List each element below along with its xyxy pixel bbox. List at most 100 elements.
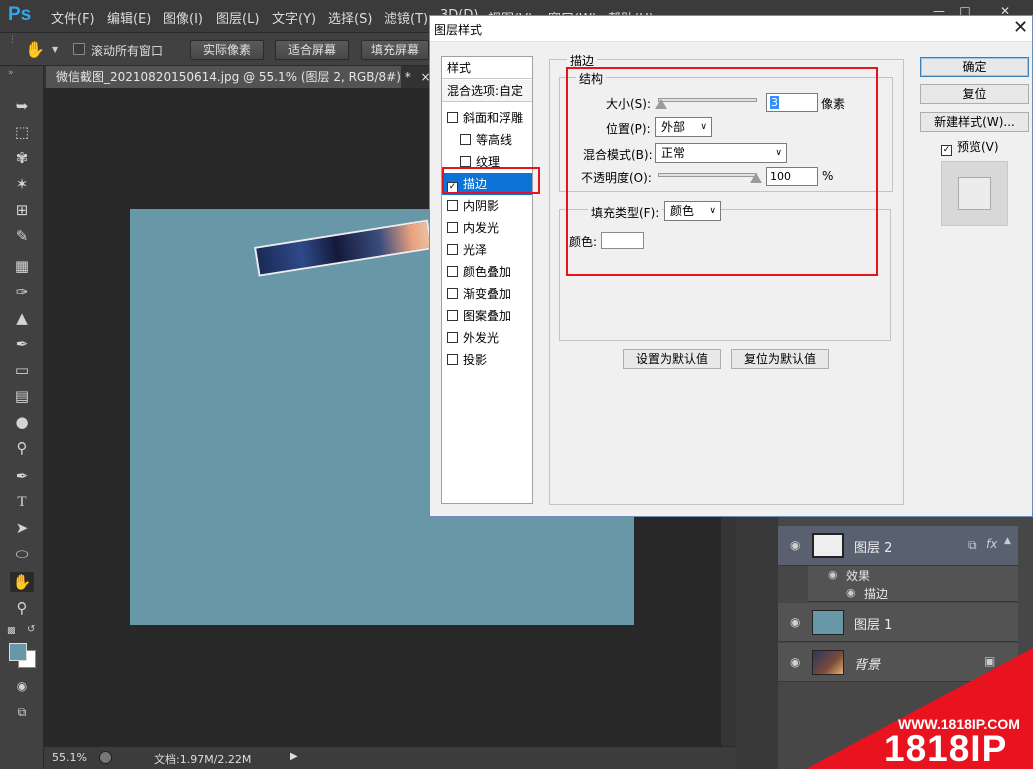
- fit-screen-button[interactable]: 适合屏幕: [275, 40, 349, 60]
- checkbox-icon[interactable]: [447, 222, 458, 233]
- style-item-label: 颜色叠加: [463, 265, 512, 279]
- eraser-tool-icon[interactable]: ▭: [10, 360, 34, 380]
- document-size: 文档:1.97M/2.22M: [154, 753, 252, 766]
- style-item[interactable]: 内发光: [442, 217, 532, 239]
- style-item[interactable]: 图案叠加: [442, 305, 532, 327]
- fx-icon[interactable]: fx: [986, 537, 997, 551]
- magic-wand-tool-icon[interactable]: ✶: [10, 174, 34, 194]
- reset-default-button[interactable]: 复位为默认值: [731, 349, 829, 369]
- reset-button[interactable]: 复位: [920, 84, 1029, 104]
- move-tool-icon[interactable]: ➥: [10, 96, 34, 116]
- tool-preset-dropdown-icon[interactable]: ▼: [52, 45, 58, 54]
- status-menu-arrow-icon[interactable]: ▶: [290, 751, 298, 762]
- stroke-effect-eye-icon[interactable]: ◉: [846, 586, 856, 599]
- new-style-button[interactable]: 新建样式(W)...: [920, 112, 1029, 132]
- menu-type[interactable]: 文字(Y): [272, 8, 316, 27]
- screen-mode-icon[interactable]: ⧉: [10, 702, 34, 722]
- scroll-all-label: 滚动所有窗口: [91, 44, 164, 58]
- fill-screen-button[interactable]: 填充屏幕: [361, 40, 429, 60]
- zoom-tool-icon[interactable]: ⚲: [10, 598, 34, 618]
- lasso-tool-icon[interactable]: ✾: [10, 148, 34, 168]
- foreground-color-swatch[interactable]: [9, 643, 27, 661]
- menu-filter[interactable]: 滤镜(T): [384, 8, 428, 27]
- document-tab-title: 微信截图_20210820150614.jpg @ 55.1% (图层 2, R…: [56, 70, 411, 84]
- style-item[interactable]: 颜色叠加: [442, 261, 532, 283]
- layer-2-name: 图层 2: [854, 541, 893, 556]
- marquee-tool-icon[interactable]: ⬚: [10, 122, 34, 142]
- hand-tool-icon[interactable]: ✋: [25, 40, 45, 59]
- menu-layer[interactable]: 图层(L): [216, 8, 259, 27]
- dialog-close-icon[interactable]: ✕: [1013, 17, 1028, 39]
- visibility-eye-icon[interactable]: ◉: [790, 655, 800, 669]
- style-item-label: 等高线: [476, 133, 513, 147]
- layer-row-layer-2[interactable]: ◉ 图层 2 ⧉ fx ▲: [778, 526, 1018, 566]
- brush-tool-icon[interactable]: ✑: [10, 282, 34, 302]
- style-item[interactable]: 渐变叠加: [442, 283, 532, 305]
- default-colors-icon[interactable]: ▩: [7, 626, 16, 636]
- actual-pixels-button[interactable]: 实际像素: [190, 40, 264, 60]
- scroll-all-checkbox[interactable]: [73, 43, 85, 55]
- healing-brush-tool-icon[interactable]: ▦: [10, 256, 34, 276]
- style-item-label: 外发光: [463, 331, 500, 345]
- style-item-label: 图案叠加: [463, 309, 512, 323]
- checkbox-icon[interactable]: [447, 310, 458, 321]
- quick-mask-icon[interactable]: ◉: [10, 676, 34, 696]
- checkbox-icon[interactable]: [447, 288, 458, 299]
- style-item[interactable]: 投影: [442, 349, 532, 371]
- menu-edit[interactable]: 编辑(E): [107, 8, 151, 27]
- document-tab[interactable]: 微信截图_20210820150614.jpg @ 55.1% (图层 2, R…: [46, 66, 431, 88]
- dodge-tool-icon[interactable]: ⚲: [10, 438, 34, 458]
- pen-tool-icon[interactable]: ✒: [10, 466, 34, 486]
- tools-panel: » ➥ ⬚ ✾ ✶ ⊞ ✎ ▦ ✑ ▲ ✒ ▭ ▤ ● ⚲ ✒ T ➤ ⬭ ✋ …: [0, 66, 44, 769]
- expand-effects-icon[interactable]: ▲: [1004, 536, 1011, 546]
- layer-effects-group: ◉ 效果 ◉ 描边: [808, 566, 1018, 602]
- menu-select[interactable]: 选择(S): [328, 8, 372, 27]
- blending-options-item[interactable]: 混合选项:自定: [442, 80, 532, 102]
- styles-header[interactable]: 样式: [442, 57, 532, 79]
- style-item[interactable]: 外发光: [442, 327, 532, 349]
- checkbox-icon[interactable]: [447, 112, 458, 123]
- zoom-level[interactable]: 55.1%: [52, 751, 87, 764]
- layer-2-thumbnail: [812, 533, 844, 558]
- effects-eye-icon[interactable]: ◉: [828, 568, 838, 581]
- crop-tool-icon[interactable]: ⊞: [10, 200, 34, 220]
- checkbox-icon[interactable]: [447, 266, 458, 277]
- checkbox-icon[interactable]: [447, 354, 458, 365]
- checkbox-icon[interactable]: [447, 244, 458, 255]
- checkbox-icon[interactable]: [447, 332, 458, 343]
- eyedropper-tool-icon[interactable]: ✎: [10, 226, 34, 246]
- visibility-eye-icon[interactable]: ◉: [790, 538, 800, 552]
- swap-colors-icon[interactable]: ↺: [27, 624, 35, 635]
- checkbox-icon[interactable]: [447, 200, 458, 211]
- ok-button[interactable]: 确定: [920, 57, 1029, 77]
- visibility-eye-icon[interactable]: ◉: [790, 615, 800, 629]
- style-item[interactable]: 斜面和浮雕: [442, 107, 532, 129]
- ellipse-tool-icon[interactable]: ⬭: [10, 544, 34, 564]
- watermark-brand: 1818IP: [884, 728, 1008, 769]
- style-item[interactable]: 等高线: [442, 129, 532, 151]
- clone-stamp-tool-icon[interactable]: ▲: [10, 308, 34, 328]
- path-selection-tool-icon[interactable]: ➤: [10, 518, 34, 538]
- blur-tool-icon[interactable]: ●: [10, 412, 34, 432]
- menu-image[interactable]: 图像(I): [163, 8, 203, 27]
- status-info-icon[interactable]: [99, 751, 112, 764]
- type-tool-icon[interactable]: T: [10, 492, 34, 512]
- hand-tool-icon[interactable]: ✋: [10, 572, 34, 592]
- style-item[interactable]: 光泽: [442, 239, 532, 261]
- checkbox-icon[interactable]: [460, 134, 471, 145]
- preview-checkbox[interactable]: ✓: [941, 145, 952, 156]
- set-default-button[interactable]: 设置为默认值: [623, 349, 721, 369]
- photoshop-logo: Ps: [8, 4, 32, 25]
- preview-square: [958, 177, 991, 210]
- style-item[interactable]: 内阴影: [442, 195, 532, 217]
- checkbox-icon[interactable]: [460, 156, 471, 167]
- highlight-stroke-settings: [566, 67, 878, 276]
- layer-row-layer-1[interactable]: ◉ 图层 1: [778, 603, 1018, 642]
- gradient-tool-icon[interactable]: ▤: [10, 386, 34, 406]
- preview-row[interactable]: ✓ 预览(V): [941, 138, 999, 156]
- menu-file[interactable]: 文件(F): [51, 8, 95, 27]
- layer-style-dialog: 图层样式 ✕ 样式 混合选项:自定 斜面和浮雕 等高线 纹理 ✓ 描边 内阴影 内发光 光泽颜…: [429, 15, 1033, 517]
- history-brush-tool-icon[interactable]: ✒: [10, 334, 34, 354]
- smart-object-icon: ⧉: [968, 538, 977, 552]
- collapse-arrows-icon[interactable]: »: [8, 68, 14, 78]
